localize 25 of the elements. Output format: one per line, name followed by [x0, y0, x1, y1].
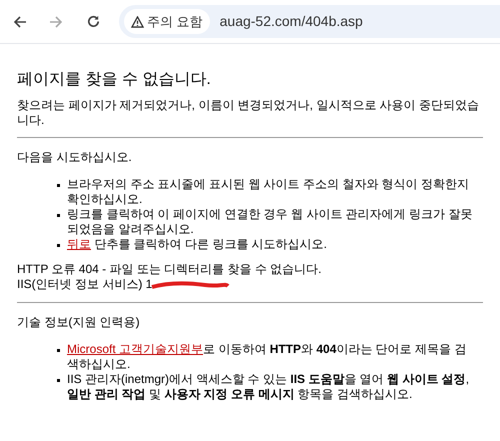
list-item: Microsoft 고객기술지원부로 이동하여 HTTP와 404이라는 단어로 제목을 검색하십시오.	[67, 342, 468, 372]
back-icon[interactable]	[12, 14, 28, 30]
warning-icon	[131, 16, 144, 28]
list-item: 브라우저의 주소 표시줄에 표시된 웹 사이트 주소의 철자와 형식이 정확한지 확인하십시오.	[67, 177, 470, 207]
url-text: auag-52.com/404b.asp	[220, 12, 363, 31]
link[interactable]: Microsoft 고객기술지원부	[67, 342, 204, 356]
bullet-icon	[57, 349, 60, 352]
bullet-icon	[57, 184, 60, 187]
security-label: 주의 요함	[147, 12, 203, 31]
bullet-icon	[57, 244, 60, 247]
list-item: IIS 관리자(inetmgr)에서 액세스할 수 있는 IIS 도움말을 열어 웹 사이트 설정, 일반 관리 작업 및 사용자 지정 오류 메시지 항목을 검색하십시오.	[67, 372, 470, 402]
server-line: IIS(인터넷 정보 서비스) 1	[17, 277, 152, 292]
section-heading: 다음을 시도하십시오.	[17, 150, 133, 165]
bullet-icon	[57, 379, 60, 382]
error-line: HTTP 오류 404 - 파일 또는 디렉터리를 찾을 수 없습니다.	[17, 262, 322, 277]
address-bar[interactable]: 주의 요함 auag-52.com/404b.asp	[119, 5, 500, 38]
list-item: 뒤로 단추를 클릭하여 다른 링크를 시도하십시오.	[67, 237, 328, 252]
list-item: 링크를 클릭하여 이 페이지에 연결한 경우 웹 사이트 관리자에게 링크가 잘못되었음을 알려주십시오.	[67, 207, 473, 237]
link[interactable]: 뒤로	[67, 237, 91, 251]
page-heading: 페이지를 찾을 수 없습니다.	[17, 70, 212, 90]
reload-icon[interactable]	[86, 14, 101, 29]
security-chip[interactable]: 주의 요함	[124, 9, 210, 34]
section-heading: 기술 정보(지원 인력용)	[17, 315, 141, 330]
bullet-icon	[57, 214, 60, 217]
intro-paragraph: 찾으려는 페이지가 제거되었거나, 이름이 변경되었거나, 일시적으로 사용이 중단되었습니다.	[17, 98, 480, 128]
